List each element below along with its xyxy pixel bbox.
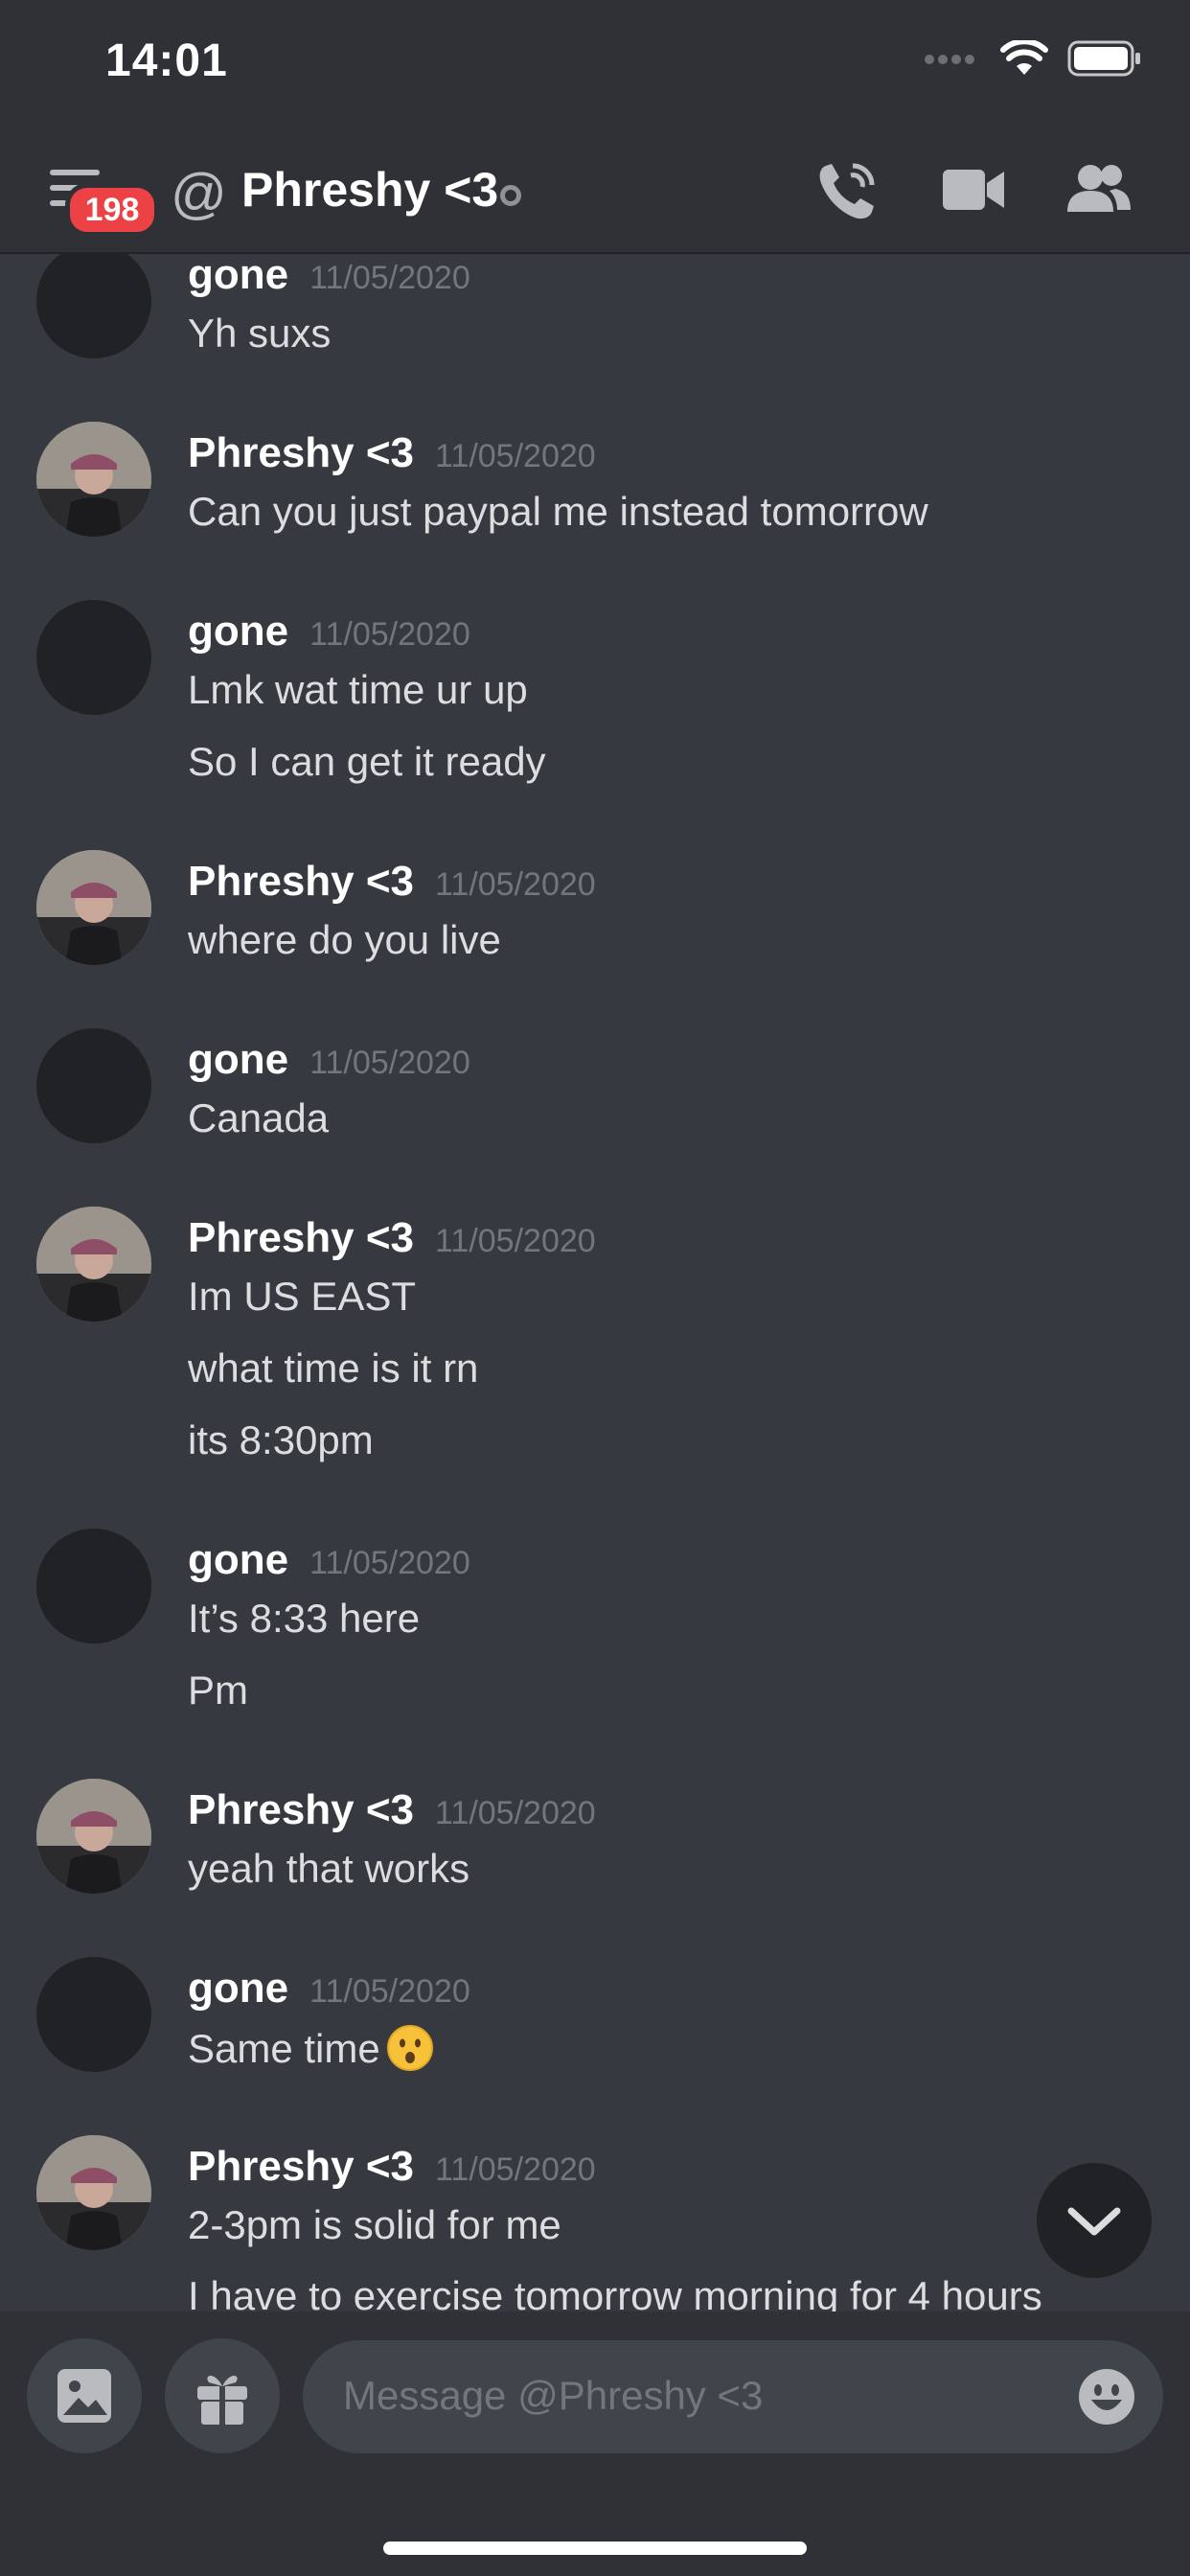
avatar[interactable] xyxy=(36,1529,151,1644)
message-author[interactable]: Phreshy <3 11/05/2020 xyxy=(188,2143,596,2191)
home-indicator xyxy=(383,2542,807,2555)
message-author[interactable]: gone 11/05/2020 xyxy=(188,1536,470,1584)
avatar[interactable] xyxy=(36,1207,151,1322)
members-icon[interactable] xyxy=(1065,162,1133,216)
message-author[interactable]: Phreshy <3 11/05/2020 xyxy=(188,1786,596,1834)
avatar[interactable] xyxy=(36,422,151,537)
message-author[interactable]: Phreshy <3 11/05/2020 xyxy=(188,858,596,906)
message-author[interactable]: gone 11/05/2020 xyxy=(188,1036,470,1084)
signal-icon xyxy=(925,55,974,64)
avatar[interactable] xyxy=(36,2135,151,2250)
jump-to-latest-button[interactable] xyxy=(1037,2163,1152,2278)
message-text: I have to exercise tomorrow morning for … xyxy=(188,2273,1042,2312)
message-text: So I can get it ready xyxy=(188,739,546,784)
battery-icon xyxy=(1067,40,1140,77)
avatar[interactable] xyxy=(36,254,151,358)
message-timestamp: 11/05/2020 xyxy=(435,2151,596,2188)
emoji-picker-icon[interactable] xyxy=(1077,2367,1136,2426)
message-text: yeah that works xyxy=(188,1846,470,1891)
message-author[interactable]: gone 11/05/2020 xyxy=(188,608,470,656)
message-author[interactable]: Phreshy <3 11/05/2020 xyxy=(188,1214,596,1262)
gift-icon xyxy=(197,2376,247,2425)
message-input[interactable]: Message @Phreshy <3 xyxy=(303,2340,1163,2453)
profile-photo-icon xyxy=(36,2135,151,2250)
chevron-down-icon xyxy=(1067,2207,1121,2236)
wifi-icon xyxy=(1000,40,1048,75)
profile-photo-icon xyxy=(36,1779,151,1894)
avatar[interactable] xyxy=(36,1028,151,1143)
voice-call-icon[interactable] xyxy=(812,158,881,225)
message-timestamp: 11/05/2020 xyxy=(435,438,596,474)
message-input-placeholder: Message @Phreshy <3 xyxy=(343,2373,764,2418)
message-text: Can you just paypal me instead tomorrow xyxy=(188,489,928,534)
message-author[interactable]: gone 11/05/2020 xyxy=(188,1965,470,2012)
avatar[interactable] xyxy=(36,600,151,715)
attach-image-button[interactable] xyxy=(27,2338,142,2453)
image-icon xyxy=(57,2369,111,2423)
message-text: Yh suxs xyxy=(188,310,332,356)
avatar[interactable] xyxy=(36,1779,151,1894)
status-time: 14:01 xyxy=(105,35,228,86)
message-text: It’s 8:33 here xyxy=(188,1596,421,1641)
message-text: Pm xyxy=(188,1668,248,1713)
message-timestamp: 11/05/2020 xyxy=(309,260,470,296)
message-author[interactable]: Phreshy <3 11/05/2020 xyxy=(188,429,596,477)
message-timestamp: 11/05/2020 xyxy=(435,1795,596,1831)
status-bar: 14:01 xyxy=(0,0,1190,129)
offline-status-icon xyxy=(500,185,521,206)
notification-badge: 198 xyxy=(65,183,159,237)
message-timestamp: 11/05/2020 xyxy=(309,616,470,653)
message-text: 2-3pm is solid for me xyxy=(188,2202,561,2247)
message-text: its 8:30pm xyxy=(188,1417,374,1462)
gift-button[interactable] xyxy=(165,2338,280,2453)
message-timestamp: 11/05/2020 xyxy=(309,1545,470,1581)
hushed-face-emoji-icon xyxy=(386,2025,433,2071)
profile-photo-icon xyxy=(36,850,151,965)
profile-photo-icon xyxy=(36,422,151,537)
message-author[interactable]: gone 11/05/2020 xyxy=(188,254,470,299)
avatar[interactable] xyxy=(36,850,151,965)
message-text: Lmk wat time ur up xyxy=(188,667,528,712)
page-title[interactable]: Phreshy <3 xyxy=(241,162,498,218)
message-timestamp: 11/05/2020 xyxy=(309,1045,470,1081)
channel-header: 198 @ Phreshy <3 xyxy=(0,129,1190,254)
message-text: Canada xyxy=(188,1095,330,1140)
message-timestamp: 11/05/2020 xyxy=(435,866,596,903)
video-call-icon[interactable] xyxy=(943,166,1006,214)
profile-photo-icon xyxy=(36,1207,151,1322)
message-text: where do you live xyxy=(188,917,501,962)
message-composer: Message @Phreshy <3 xyxy=(0,2312,1190,2576)
avatar[interactable] xyxy=(36,1957,151,2072)
message-text: what time is it rn xyxy=(188,1346,479,1391)
message-timestamp: 11/05/2020 xyxy=(435,1223,596,1259)
message-text: Same time xyxy=(188,2024,434,2072)
message-list[interactable]: gone 11/05/2020 Yh suxs Phreshy <3 11/05/2… xyxy=(0,254,1190,2312)
message-timestamp: 11/05/2020 xyxy=(309,1973,470,2010)
status-icons xyxy=(924,40,1142,77)
message-text: Im US EAST xyxy=(188,1274,417,1319)
at-sign-icon: @ xyxy=(171,163,227,225)
